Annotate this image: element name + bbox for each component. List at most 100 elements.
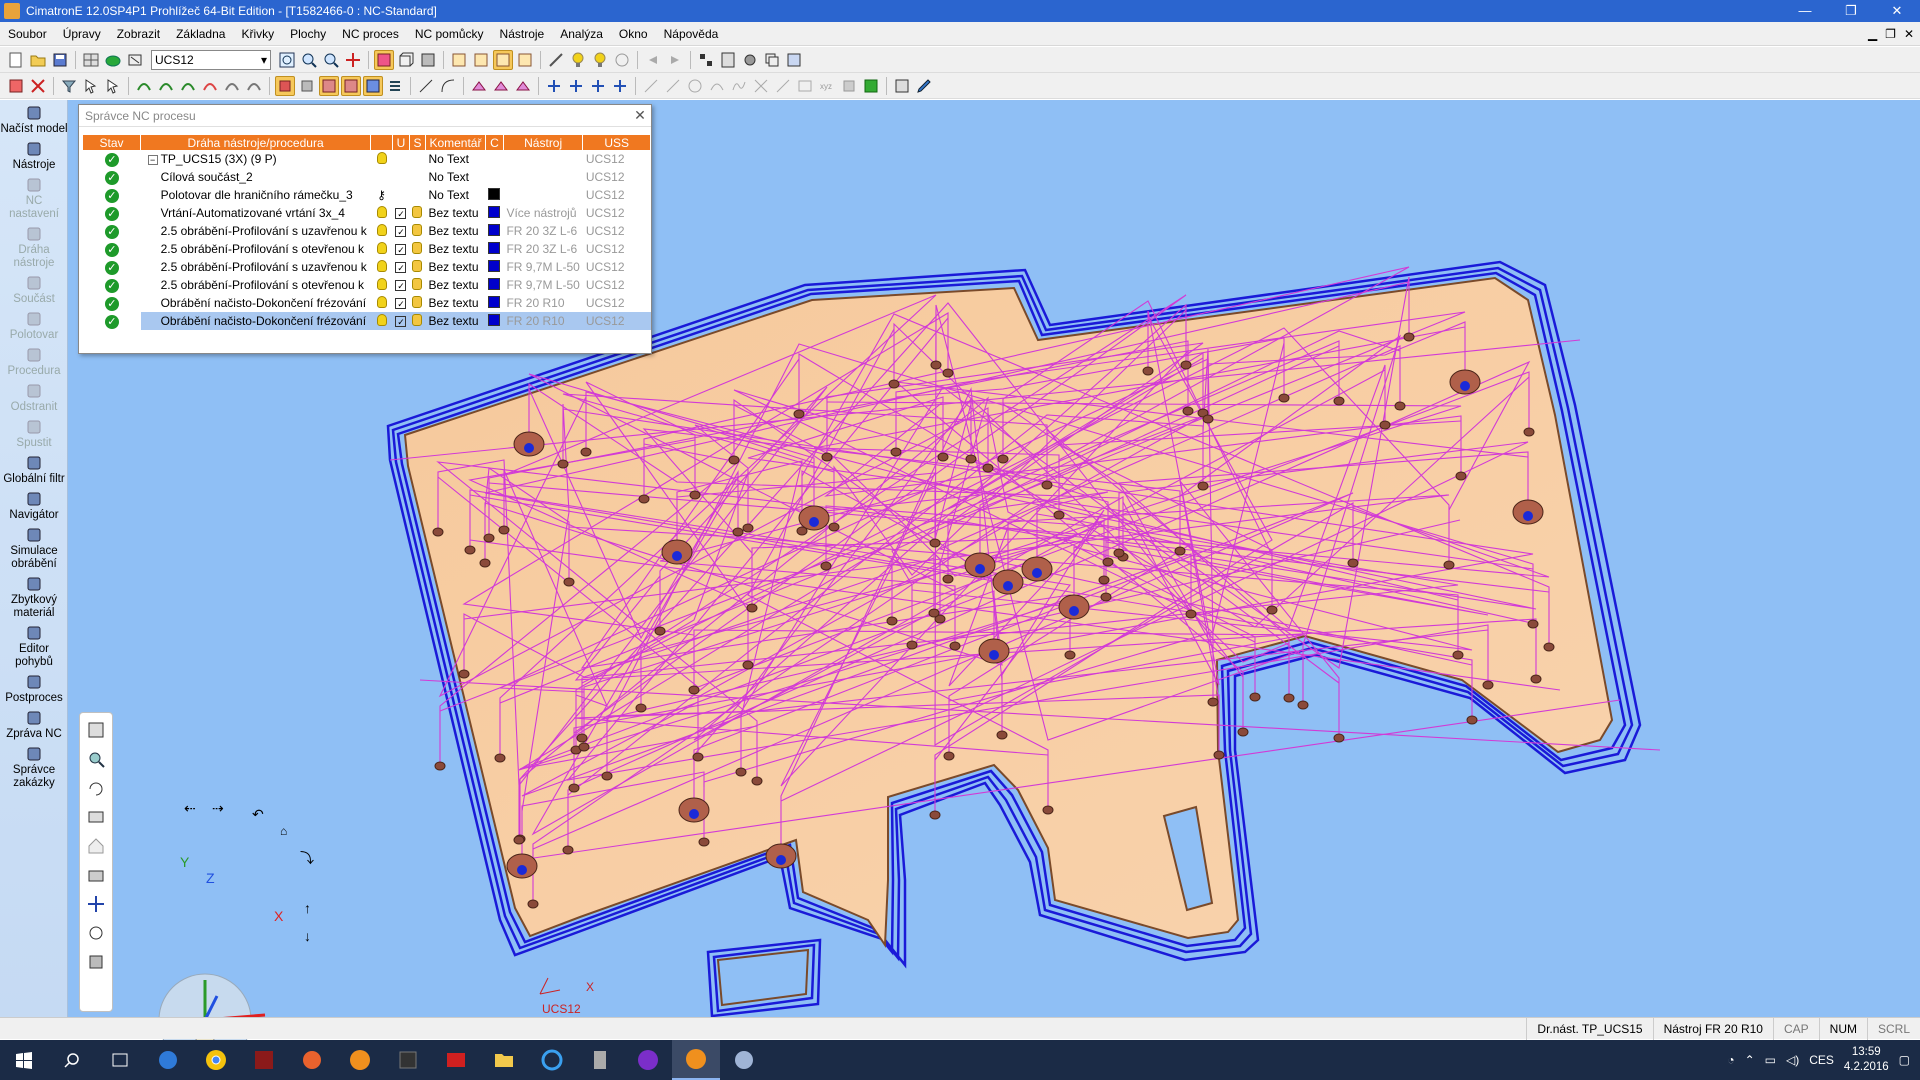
nc-table-row[interactable]: ✓ 2.5 obrábění-Profilování s otevřenou k ✓… xyxy=(83,240,651,258)
wireframe-view-icon[interactable] xyxy=(396,50,416,70)
layers-icon[interactable] xyxy=(784,50,804,70)
view-iso-icon[interactable] xyxy=(493,49,513,70)
tray-overflow-icon[interactable]: ⌃ xyxy=(1745,1053,1755,1067)
leftpanel-item-10[interactable]: Navigátor xyxy=(0,486,68,522)
clock[interactable]: 13:59 4.2.2016 xyxy=(1844,1045,1889,1075)
taskbar-app-11-icon[interactable] xyxy=(624,1040,672,1080)
menu-nc-pomucky[interactable]: NC pomůcky xyxy=(407,27,492,41)
calculator-icon[interactable] xyxy=(718,50,738,70)
move-down-icon[interactable]: ↓ xyxy=(304,928,311,944)
view-zoom-icon[interactable] xyxy=(87,750,105,768)
tree-icon[interactable] xyxy=(696,50,716,70)
cimatron-taskbar-icon[interactable] xyxy=(336,1040,384,1080)
zoom-window-icon[interactable] xyxy=(299,50,319,70)
toolpath-display-2-icon[interactable] xyxy=(341,75,361,96)
menu-krivky[interactable]: Křivky xyxy=(233,27,282,41)
calculator-taskbar-icon[interactable] xyxy=(576,1040,624,1080)
spline-tool-icon[interactable] xyxy=(729,76,749,96)
s-settings-icon[interactable] xyxy=(412,223,423,236)
axis-tool-2-icon[interactable] xyxy=(566,76,586,96)
roll-icon[interactable]: ↶ xyxy=(252,806,264,823)
menu-upravy[interactable]: Úpravy xyxy=(55,27,109,41)
menu-nc-proces[interactable]: NC proces xyxy=(334,27,407,41)
toolpath-color-swatch[interactable] xyxy=(488,205,501,218)
maximize-button[interactable]: ❐ xyxy=(1828,0,1874,22)
leftpanel-item-3[interactable]: Dráha nástroje xyxy=(0,221,68,270)
toolpath-color-swatch[interactable] xyxy=(488,313,501,326)
u-checkbox[interactable]: ✓ xyxy=(395,262,407,273)
curve-tool-3-icon[interactable] xyxy=(178,76,198,96)
menu-soubor[interactable]: Soubor xyxy=(0,27,55,41)
s-settings-icon[interactable] xyxy=(412,205,423,218)
taskbar-app-1-icon[interactable] xyxy=(144,1040,192,1080)
tree-collapse-icon[interactable]: − xyxy=(147,155,158,165)
toolpath-color-swatch[interactable] xyxy=(488,259,501,272)
col-nastroj[interactable]: Nástroj xyxy=(503,135,584,150)
start-button[interactable] xyxy=(0,1040,48,1080)
nc-table-row[interactable]: ✓ 2.5 obrábění-Profilování s uzavřenou k ✓… xyxy=(83,258,651,276)
menu-zakladna[interactable]: Základna xyxy=(168,27,233,41)
filter-icon[interactable] xyxy=(59,76,79,96)
zoom-in-icon[interactable] xyxy=(321,50,341,70)
rect-tool-icon[interactable] xyxy=(795,76,815,96)
bulb-hide-icon[interactable] xyxy=(590,50,610,70)
nc-table-row[interactable]: ✓ 2.5 obrábění-Profilování s otevřenou k ✓… xyxy=(83,276,651,294)
leftpanel-item-8[interactable]: Spustit xyxy=(0,414,68,450)
select-icon[interactable] xyxy=(6,76,26,96)
col-uss[interactable]: USS xyxy=(582,135,651,150)
render-mode-icon[interactable] xyxy=(418,50,438,70)
undo-icon[interactable] xyxy=(643,50,663,70)
copy-icon[interactable] xyxy=(762,50,782,70)
save-icon[interactable] xyxy=(50,50,70,70)
leftpanel-item-15[interactable]: Zpráva NC xyxy=(0,705,68,741)
minimize-button[interactable]: — xyxy=(1782,0,1828,22)
nc-table-row[interactable]: ✓ − TP_UCS15 (3X) (9 P) No Text UCS12 xyxy=(83,150,651,168)
notifications-icon[interactable]: ▢ xyxy=(1899,1053,1910,1067)
curve-tool-5-icon[interactable] xyxy=(222,76,242,96)
circle-tool-icon[interactable] xyxy=(685,76,705,96)
bulb-show-icon[interactable] xyxy=(568,50,588,70)
visibility-bulb-icon[interactable] xyxy=(376,313,387,326)
leftpanel-item-5[interactable]: Polotovar xyxy=(0,306,68,342)
measure-icon[interactable] xyxy=(546,50,566,70)
col-c[interactable]: C xyxy=(485,135,504,150)
col-visibility[interactable] xyxy=(370,135,393,150)
mdi-restore-button[interactable]: ❐ xyxy=(1885,27,1896,41)
toolpath-color-swatch[interactable] xyxy=(488,223,501,236)
mdi-close-button[interactable]: ✕ xyxy=(1904,27,1914,41)
green-solid-icon[interactable] xyxy=(103,50,123,70)
col-komentar[interactable]: Komentář xyxy=(425,135,486,150)
col-u[interactable]: U xyxy=(392,135,410,150)
shaded-view-icon[interactable] xyxy=(374,49,394,70)
internet-explorer-icon[interactable] xyxy=(528,1040,576,1080)
view-pan-icon[interactable] xyxy=(87,895,105,913)
view-front-icon[interactable] xyxy=(449,50,469,70)
curve-tool-2-icon[interactable] xyxy=(156,76,176,96)
taskbar-app-4-icon[interactable] xyxy=(288,1040,336,1080)
rotate-right-icon[interactable]: ⇢ xyxy=(212,800,224,817)
leftpanel-item-0[interactable]: Načíst model xyxy=(0,100,68,136)
s-settings-icon[interactable] xyxy=(412,241,423,254)
s-settings-icon[interactable] xyxy=(412,313,423,326)
nc-table-row[interactable]: ✓ Obrábění načisto-Dokončení frézování ✓ Be… xyxy=(83,294,651,312)
arc-tool-icon[interactable] xyxy=(707,76,727,96)
view-top-icon[interactable] xyxy=(471,50,491,70)
list-icon[interactable] xyxy=(385,76,405,96)
part-body[interactable] xyxy=(403,276,1614,949)
fillet-icon[interactable] xyxy=(438,76,458,96)
trim-tool-icon[interactable] xyxy=(751,76,771,96)
leftpanel-item-11[interactable]: Simulace obrábění xyxy=(0,522,68,571)
nc-table-row[interactable]: ✓ Cílová součást_2 No Text UCS12 xyxy=(83,168,651,186)
u-checkbox[interactable]: ✓ xyxy=(395,208,407,219)
curve-tool-1-icon[interactable] xyxy=(134,76,154,96)
menu-analyza[interactable]: Analýza xyxy=(552,27,611,41)
rotate-left-icon[interactable]: ⇠ xyxy=(184,800,196,817)
spin-icon[interactable]: ⤵ xyxy=(300,848,314,868)
s-settings-icon[interactable] xyxy=(412,295,423,308)
language-indicator[interactable]: CES xyxy=(1809,1053,1834,1067)
leftpanel-item-9[interactable]: Globální filtr xyxy=(0,450,68,486)
visibility-bulb-icon[interactable] xyxy=(376,151,387,164)
taskbar-app-7-icon[interactable] xyxy=(432,1040,480,1080)
menu-nastroje[interactable]: Nástroje xyxy=(492,27,553,41)
menu-napoveda[interactable]: Nápověda xyxy=(656,27,727,41)
